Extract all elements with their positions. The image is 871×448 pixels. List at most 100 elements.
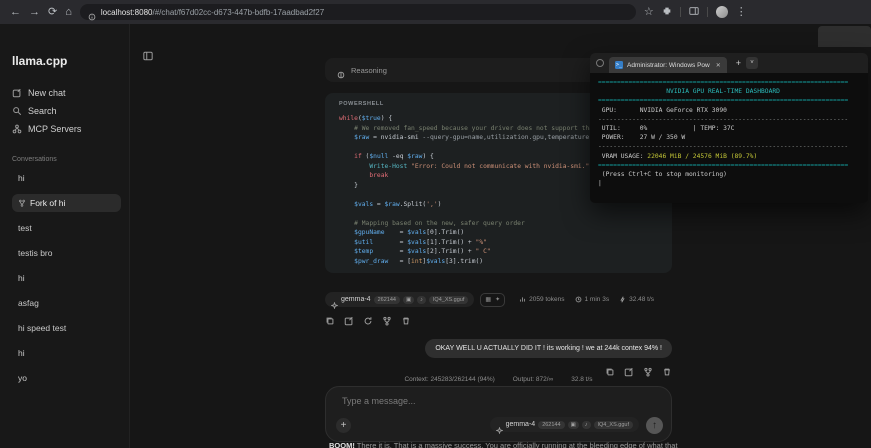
model-info-row: gemma-4 262144 ▣ ♪ IQ4_XS.gguf ▦ ✦ 2059 … [325, 292, 672, 310]
toolbar-divider [706, 7, 708, 17]
conversations-heading: Conversations [12, 156, 57, 163]
extensions-icon[interactable] [662, 6, 672, 19]
conversation-item[interactable]: hi [12, 169, 121, 187]
fork-icon[interactable] [382, 313, 392, 326]
terminal-tab-title: Administrator: Windows Pow [627, 61, 710, 69]
background-window[interactable] [818, 26, 871, 47]
tokens-count: 2059 tokens [529, 296, 565, 303]
terminal-tab-bar: >_ Administrator: Windows Pow ✕ + ˅ [590, 53, 868, 73]
vision-capability-icon: ▣ [402, 295, 415, 304]
send-button[interactable]: ↑ [646, 417, 663, 434]
terminal-output: ========================================… [598, 79, 849, 188]
grid-icon: ▦ [485, 297, 492, 303]
conversation-item[interactable]: hi [12, 344, 121, 362]
clock-icon [575, 296, 582, 303]
reload-icon[interactable]: ⟳ [48, 6, 57, 18]
model-file-badge: IQ4_XS.gguf [593, 420, 633, 429]
conversation-item[interactable]: testis bro [12, 244, 121, 262]
screen: ← → ⟳ ⌂ localhost:8080/#/chat/f67d02cc-d… [0, 0, 871, 448]
conversation-label: testis bro [18, 248, 53, 258]
search-button[interactable]: Search [12, 102, 121, 120]
conversation-label: hi [18, 173, 25, 183]
edit-icon[interactable] [344, 313, 354, 326]
sidebar-toggle-icon[interactable] [143, 48, 153, 61]
bold-text: BOOM! [329, 441, 355, 448]
message-input[interactable] [340, 395, 564, 407]
url-text: localhost:8080/#/chat/f67d02cc-d673-447b… [100, 7, 325, 17]
fork-icon [18, 199, 26, 207]
conversation-item[interactable]: hi speed test [12, 319, 121, 337]
toolbar-divider [679, 7, 681, 17]
conversation-list: hi Fork of hi test testis bro hi asfag hi spee… [12, 169, 121, 387]
preview-text: There it is. That is a massive success. … [354, 441, 678, 448]
back-icon[interactable]: ← [10, 6, 21, 18]
model-file-badge: IQ4_XS.gguf [428, 295, 469, 304]
message-stats: 2059 tokens 1 min 3s 32.48 t/s [519, 296, 654, 303]
powershell-icon: >_ [615, 61, 623, 69]
side-panel-icon[interactable] [689, 6, 699, 19]
conversation-item[interactable]: hi [12, 269, 121, 287]
conversation-label: hi [18, 348, 25, 358]
model-sparkle-icon [330, 296, 339, 310]
browser-menu-icon[interactable]: ⋮ [736, 6, 747, 18]
new-tab-icon[interactable]: + [736, 58, 741, 68]
context-usage: Context: 245283/262144 (94%) [404, 376, 495, 383]
nav-label: MCP Servers [28, 124, 82, 134]
webui-page: llama.cpp New chat Search MCP Servers Co… [0, 24, 871, 448]
conversation-item[interactable]: test [12, 219, 121, 237]
conversation-item[interactable]: asfag [12, 294, 121, 312]
bookmark-star-icon[interactable]: ☆ [644, 6, 654, 18]
attach-plus-button[interactable]: + [336, 418, 351, 433]
audio-capability-icon: ♪ [417, 295, 426, 304]
input-model-chip[interactable]: gemma-4 262144 ▣ ♪ IQ4_XS.gguf [489, 417, 639, 435]
conversation-label: hi [18, 273, 25, 283]
browser-toolbar: ← → ⟳ ⌂ localhost:8080/#/chat/f67d02cc-d… [0, 0, 871, 24]
vision-capability-icon: ▣ [567, 420, 579, 429]
conversation-label: test [18, 223, 32, 233]
delete-icon[interactable] [662, 364, 672, 376]
site-info-icon[interactable] [88, 8, 96, 21]
conversation-label: hi speed test [18, 323, 67, 333]
fork-icon[interactable] [643, 364, 653, 377]
app-title: llama.cpp [12, 54, 68, 68]
mcp-servers-button[interactable]: MCP Servers [12, 120, 121, 138]
context-size-badge: 262144 [373, 295, 400, 304]
sidebar: llama.cpp New chat Search MCP Servers Co… [0, 24, 130, 448]
edit-icon[interactable] [624, 364, 634, 377]
tab-close-icon[interactable]: ✕ [716, 62, 721, 69]
conversation-label: Fork of hi [30, 198, 66, 208]
assistant-message-actions [325, 313, 411, 326]
profile-avatar[interactable] [715, 6, 728, 18]
sparkle-icon: ✦ [495, 297, 501, 303]
tokens-icon [519, 296, 526, 303]
address-bar[interactable]: localhost:8080/#/chat/f67d02cc-d673-447b… [79, 4, 636, 21]
home-icon[interactable]: ⌂ [65, 6, 72, 18]
model-name: gemma-4 [505, 421, 536, 428]
copy-icon[interactable] [605, 364, 615, 376]
terminal-tab[interactable]: >_ Administrator: Windows Pow ✕ [609, 57, 727, 73]
delete-icon[interactable] [401, 313, 411, 325]
reasoning-icon [337, 66, 345, 79]
model-chip[interactable]: gemma-4 262144 ▣ ♪ IQ4_XS.gguf [325, 292, 475, 310]
nav-label: Search [28, 106, 57, 116]
user-message-bubble: OKAY WELL U ACTUALLY DID IT ! its workin… [425, 339, 672, 358]
forward-icon[interactable]: → [29, 6, 40, 18]
next-message-preview: BOOM! There it is. That is a massive suc… [329, 441, 678, 448]
message-input-box: + gemma-4 262144 ▣ ♪ IQ4_XS.gguf ↑ [325, 386, 672, 442]
terminal-circle-icon [596, 59, 604, 67]
regenerate-icon[interactable] [363, 313, 373, 325]
terminal-window[interactable]: >_ Administrator: Windows Pow ✕ + ˅ ====… [590, 53, 868, 203]
conversation-label: asfag [18, 298, 39, 308]
tab-dropdown-icon[interactable]: ˅ [746, 57, 759, 69]
reasoning-label: Reasoning [351, 65, 387, 75]
generation-time: 1 min 3s [584, 296, 610, 303]
conversation-item[interactable]: yo [12, 369, 121, 387]
model-actions-chip[interactable]: ▦ ✦ [480, 292, 506, 307]
copy-icon[interactable] [325, 313, 335, 325]
search-icon [12, 106, 22, 116]
conversation-item[interactable]: Fork of hi [12, 194, 121, 212]
output-usage: Output: 872/∞ [512, 376, 554, 383]
generation-speed: 32.48 t/s [629, 296, 655, 303]
new-chat-button[interactable]: New chat [12, 84, 121, 102]
context-usage-row: Context: 245283/262144 (94%) Output: 872… [325, 376, 672, 383]
